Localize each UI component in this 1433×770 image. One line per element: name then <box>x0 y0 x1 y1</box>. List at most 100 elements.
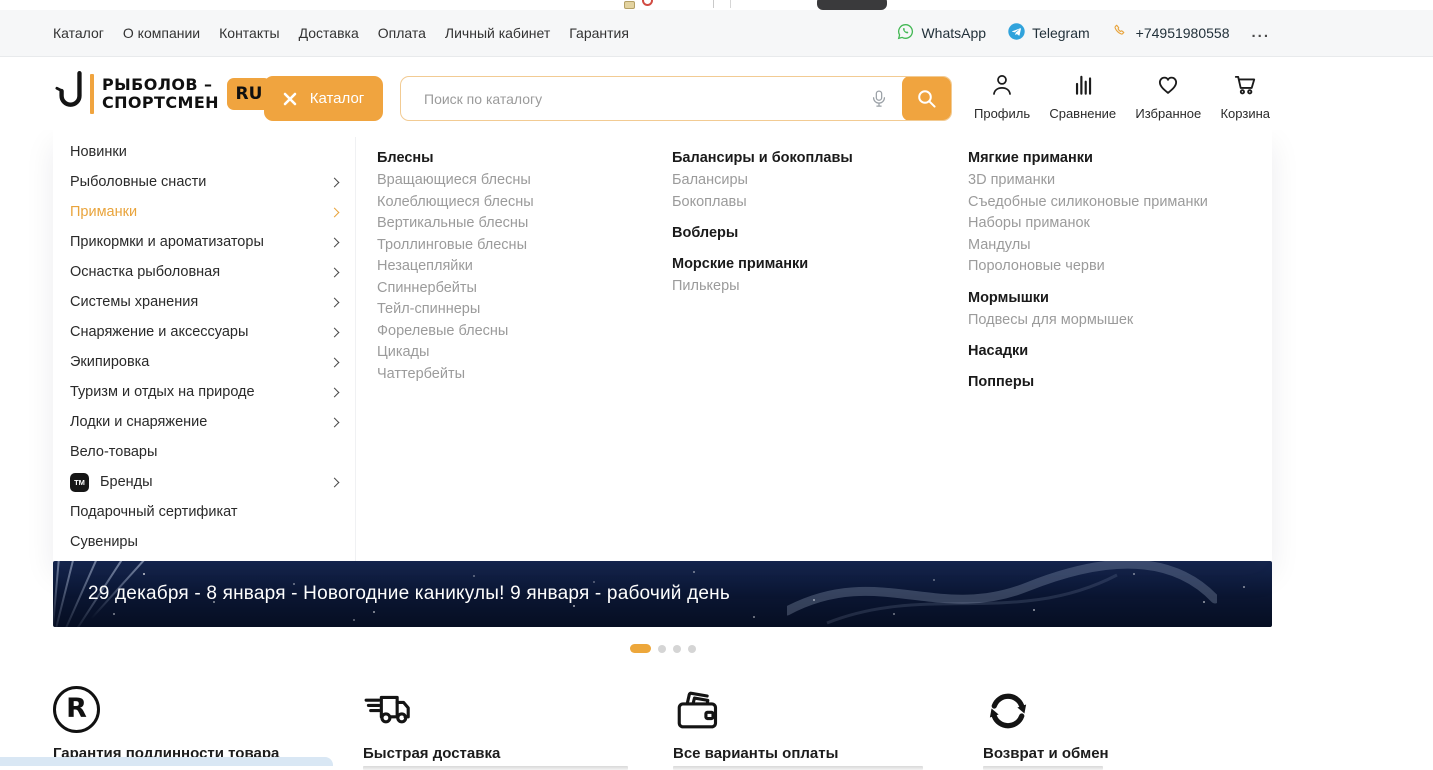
more-menu-button[interactable]: ... <box>1251 28 1270 38</box>
chevron-right-icon <box>330 177 340 187</box>
menu-link[interactable]: Спиннербейты <box>377 278 665 300</box>
microphone-icon[interactable] <box>869 88 891 110</box>
menu-link[interactable]: Пилькеры <box>672 276 960 298</box>
search-bar <box>400 76 952 121</box>
menu-link[interactable]: Вращающиеся блесны <box>377 170 665 192</box>
sidebar-item-gift-certificate[interactable]: Подарочный сертификат <box>53 497 355 527</box>
menu-link[interactable]: Тейл-спиннеры <box>377 299 665 321</box>
menu-group-title[interactable]: Блесны <box>377 148 665 169</box>
sidebar-item-tourism[interactable]: Туризм и отдых на природе <box>53 377 355 407</box>
menu-link[interactable]: Съедобные силиконовые приманки <box>968 192 1256 214</box>
menu-group-title[interactable]: Мормышки <box>968 288 1256 309</box>
sidebar-item-brands[interactable]: TM Бренды <box>53 467 355 497</box>
top-nav-link-catalog[interactable]: Каталог <box>53 25 104 41</box>
top-nav-link-warranty[interactable]: Гарантия <box>569 25 629 41</box>
menu-link[interactable]: Колеблющиеся блесны <box>377 192 665 214</box>
promo-banner[interactable]: 29 декабря - 8 января - Новогодние каник… <box>53 561 1272 627</box>
telegram-label: Telegram <box>1032 25 1090 41</box>
menu-group-title[interactable]: Попперы <box>968 372 1256 393</box>
sidebar-item-lures[interactable]: Приманки <box>53 197 355 227</box>
menu-group-title[interactable]: Насадки <box>968 341 1256 362</box>
chevron-right-icon <box>330 207 340 217</box>
menu-link[interactable]: Вертикальные блесны <box>377 213 665 235</box>
cutoff-red-circle-icon <box>642 0 653 6</box>
compare-button[interactable]: Сравнение <box>1049 72 1116 121</box>
cart-button[interactable]: Корзина <box>1220 72 1270 121</box>
phone-number: +74951980558 <box>1136 25 1230 41</box>
top-nav-link-delivery[interactable]: Доставка <box>299 25 359 41</box>
menu-group-jigs: Мормышки Подвесы для мормышек <box>968 288 1256 332</box>
search-button[interactable] <box>902 76 951 121</box>
sidebar-item-storage[interactable]: Системы хранения <box>53 287 355 317</box>
menu-group-title[interactable]: Воблеры <box>672 223 960 244</box>
sidebar-item-groundbait[interactable]: Прикормки и ароматизаторы <box>53 227 355 257</box>
chevron-right-icon <box>330 477 340 487</box>
favorites-label: Избранное <box>1135 106 1201 121</box>
profile-button[interactable]: Профиль <box>974 72 1030 121</box>
menu-group-title[interactable]: Балансиры и бокоплавы <box>672 148 960 169</box>
catalog-button[interactable]: Каталог <box>264 76 383 121</box>
search-icon <box>916 88 938 110</box>
carousel-dot-4[interactable] <box>688 645 696 653</box>
carousel-dot-2[interactable] <box>658 645 666 653</box>
menu-group-title[interactable]: Морские приманки <box>672 254 960 275</box>
sidebar-item-boats[interactable]: Лодки и снаряжение <box>53 407 355 437</box>
search-input[interactable] <box>401 77 869 120</box>
menu-link[interactable]: Троллинговые блесны <box>377 235 665 257</box>
chevron-right-icon <box>330 267 340 277</box>
cutoff-separator <box>713 0 714 8</box>
top-nav: Каталог О компании Контакты Доставка Опл… <box>53 10 629 56</box>
bottom-cutoff-strip <box>0 757 333 766</box>
menu-link[interactable]: Цикады <box>377 342 665 364</box>
sidebar-item-rigging[interactable]: Оснастка рыболовная <box>53 257 355 287</box>
banner-swirl-graphic <box>787 561 1217 627</box>
logo-text: РЫБОЛОВ – СПОРТСМЕН <box>102 76 219 112</box>
profile-label: Профиль <box>974 106 1030 121</box>
cutoff-dark-button[interactable] <box>817 0 887 10</box>
top-nav-link-about[interactable]: О компании <box>123 25 200 41</box>
top-nav-link-account[interactable]: Личный кабинет <box>445 25 550 41</box>
menu-column-1: Блесны Вращающиеся блесны Колеблющиеся б… <box>377 148 665 395</box>
whatsapp-link[interactable]: WhatsApp <box>897 23 986 43</box>
sidebar-item-novelties[interactable]: Новинки <box>53 137 355 167</box>
menu-link[interactable]: Форелевые блесны <box>377 321 665 343</box>
carousel-dots <box>630 644 696 653</box>
menu-link[interactable]: Подвесы для мормышек <box>968 310 1256 332</box>
top-nav-link-contacts[interactable]: Контакты <box>219 25 279 41</box>
sidebar-item-bikes[interactable]: Вело-товары <box>53 437 355 467</box>
whatsapp-icon <box>897 23 914 43</box>
menu-group-wobblers: Воблеры <box>672 223 960 244</box>
mega-menu-sidebar: Новинки Рыболовные снасти Приманки Прико… <box>53 137 356 561</box>
menu-column-3: Мягкие приманки 3D приманки Съедобные си… <box>968 148 1256 403</box>
menu-link[interactable]: Бокоплавы <box>672 192 960 214</box>
menu-link[interactable]: Чаттербейты <box>377 364 665 386</box>
profile-icon <box>989 72 1015 103</box>
menu-link[interactable]: Балансиры <box>672 170 960 192</box>
sidebar-item-equipment[interactable]: Экипировка <box>53 347 355 377</box>
telegram-link[interactable]: Telegram <box>1008 23 1090 43</box>
feature-returns: Возврат и обмен <box>983 686 1293 770</box>
top-nav-link-payment[interactable]: Оплата <box>378 25 426 41</box>
chevron-right-icon <box>330 387 340 397</box>
menu-link[interactable]: 3D приманки <box>968 170 1256 192</box>
mega-menu: Новинки Рыболовные снасти Приманки Прико… <box>53 130 1272 561</box>
sidebar-item-tackle[interactable]: Рыболовные снасти <box>53 167 355 197</box>
menu-group-title[interactable]: Мягкие приманки <box>968 148 1256 169</box>
chevron-right-icon <box>330 357 340 367</box>
site-logo[interactable]: РЫБОЛОВ – СПОРТСМЕН RU <box>55 69 271 119</box>
sidebar-item-gear[interactable]: Снаряжение и аксессуары <box>53 317 355 347</box>
menu-link[interactable]: Мандулы <box>968 235 1256 257</box>
main-header: РЫБОЛОВ – СПОРТСМЕН RU Каталог <box>0 58 1433 130</box>
menu-group-spoons: Блесны Вращающиеся блесны Колеблющиеся б… <box>377 148 665 385</box>
close-icon <box>283 92 297 106</box>
favorites-button[interactable]: Избранное <box>1135 72 1201 121</box>
menu-group-baits: Насадки <box>968 341 1256 362</box>
sidebar-item-souvenirs[interactable]: Сувениры <box>53 527 355 557</box>
carousel-dot-1[interactable] <box>630 644 651 653</box>
menu-link[interactable]: Незацепляйки <box>377 256 665 278</box>
menu-link[interactable]: Поролоновые черви <box>968 256 1256 278</box>
menu-link[interactable]: Наборы приманок <box>968 213 1256 235</box>
logo-divider <box>90 74 94 114</box>
carousel-dot-3[interactable] <box>673 645 681 653</box>
phone-link[interactable]: +74951980558 <box>1112 23 1230 43</box>
